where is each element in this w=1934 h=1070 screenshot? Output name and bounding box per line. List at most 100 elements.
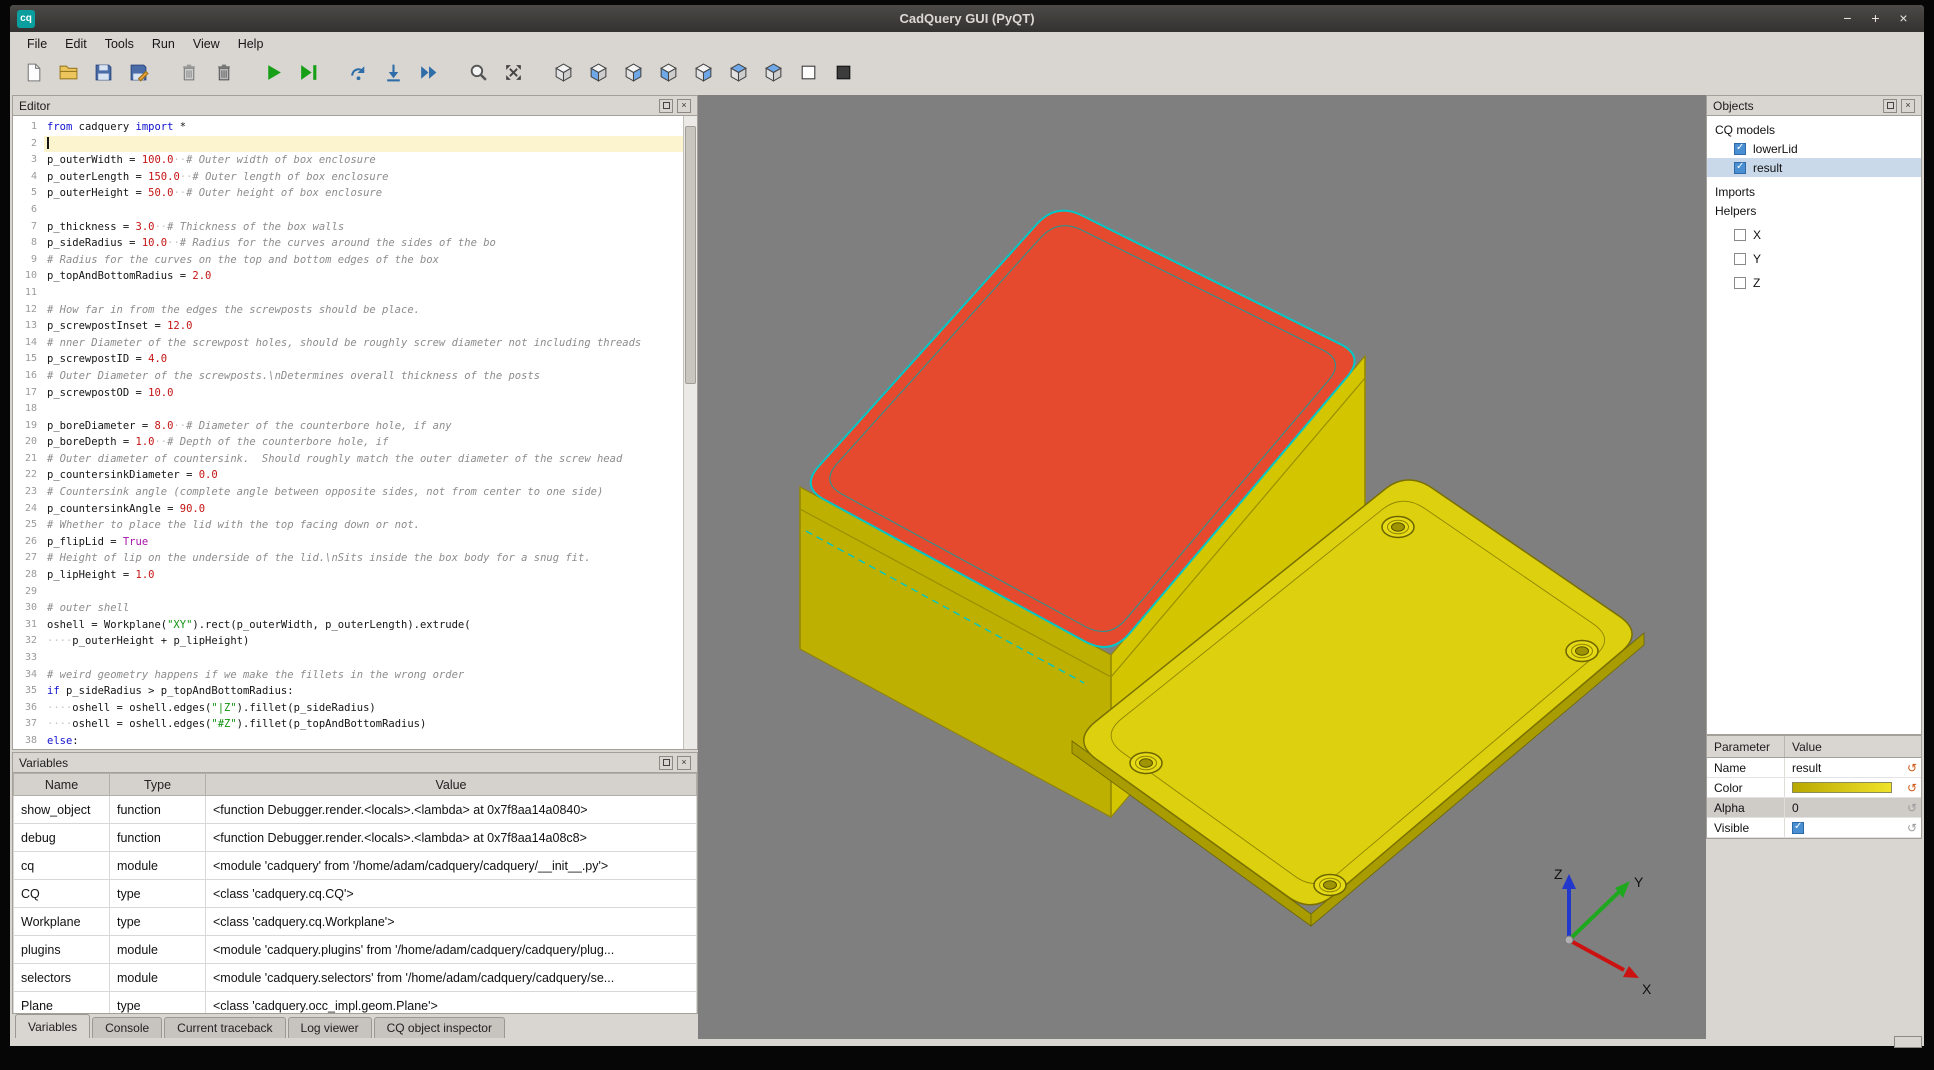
save-button[interactable] [86,60,120,91]
variable-row-plugins[interactable]: pluginsmodule<module 'cadquery.plugins' … [14,936,697,964]
variable-row-selectors[interactable]: selectorsmodule<module 'cadquery.selecto… [14,964,697,992]
variable-row-show_object[interactable]: show_objectfunction<function Debugger.re… [14,796,697,824]
save-icon [93,62,114,88]
menu-item-help[interactable]: Help [229,34,273,54]
reset-icon[interactable]: ↺ [1903,761,1921,775]
tree-item-y[interactable]: Y [1707,249,1921,268]
reset-icon[interactable]: ↺ [1903,781,1921,795]
variable-row-CQ[interactable]: CQtype<class 'cadquery.cq.CQ'> [14,880,697,908]
variable-cell: <class 'cadquery.cq.Workplane'> [206,908,697,936]
new-file-button[interactable] [16,60,50,91]
variable-row-Workplane[interactable]: Workplanetype<class 'cadquery.cq.Workpla… [14,908,697,936]
open-folder-button[interactable] [51,60,85,91]
view-right-button[interactable] [686,60,720,91]
line-number: 25 [13,517,44,534]
view-back-button[interactable] [616,60,650,91]
tab-cq-object-inspector[interactable]: CQ object inspector [374,1017,505,1038]
maximize-button[interactable]: + [1869,5,1882,32]
variables-close-button[interactable]: × [677,756,691,770]
save-as-button[interactable] [121,60,155,91]
view-left-button[interactable] [651,60,685,91]
param-value [1785,782,1903,793]
code-line-37: 37····oshell = oshell.edges("#Z").fillet… [13,716,683,733]
visible-checkbox[interactable] [1792,822,1804,834]
view-iso-button[interactable] [546,60,580,91]
menu-item-run[interactable]: Run [143,34,184,54]
code-text: p_screwpostOD = 10.0 [44,385,683,402]
code-line-9: 9# Radius for the curves on the top and … [13,252,683,269]
tree-item-label: lowerLid [1753,142,1798,156]
tree-item-lowerlid[interactable]: lowerLid [1707,139,1921,158]
fit-all-button[interactable] [496,60,530,91]
wireframe-button[interactable] [791,60,825,91]
menu-item-tools[interactable]: Tools [96,34,143,54]
objects-panel-title: Objects [1713,99,1754,113]
variable-row-Plane[interactable]: Planetype<class 'cadquery.occ_impl.geom.… [14,992,697,1014]
objects-float-button[interactable] [1883,99,1897,113]
visibility-checkbox[interactable] [1734,162,1746,174]
tab-variables[interactable]: Variables [15,1014,90,1038]
view-bottom-button[interactable] [756,60,790,91]
code-line-32: 32····p_outerHeight + p_lipHeight) [13,633,683,650]
minimize-button[interactable]: − [1841,5,1854,32]
line-number: 29 [13,584,44,601]
shaded-button[interactable] [826,60,860,91]
tree-item-imports[interactable]: Imports [1707,182,1921,201]
tree-item-result[interactable]: result [1707,158,1921,177]
visibility-checkbox[interactable] [1734,253,1746,265]
zoom-fit-button[interactable] [461,60,495,91]
delete-button[interactable] [171,60,205,91]
menu-item-edit[interactable]: Edit [56,34,96,54]
debug-button[interactable] [291,60,325,91]
tab-current-traceback[interactable]: Current traceback [164,1017,285,1038]
editor-scrollbar-thumb[interactable] [685,126,696,384]
tree-item-helpers[interactable]: Helpers [1707,201,1921,220]
delete-all-button[interactable] [206,60,240,91]
tree-item-z[interactable]: Z [1707,273,1921,292]
screw-hole [1576,647,1589,655]
view-front-button[interactable] [581,60,615,91]
step-over-button[interactable] [341,60,375,91]
visibility-checkbox[interactable] [1734,229,1746,241]
reset-icon[interactable]: ↺ [1903,821,1921,835]
tree-item-x[interactable]: X [1707,225,1921,244]
code-line-1: 1from cadquery import * [13,119,683,136]
objects-close-button[interactable]: × [1901,99,1915,113]
float-icon [1887,102,1894,109]
variable-cell: <function Debugger.render.<locals>.<lamb… [206,824,697,852]
editor-code[interactable]: 1from cadquery import *23p_outerWidth = … [13,116,683,749]
variables-float-button[interactable] [659,756,673,770]
tree-item-cq-models[interactable]: CQ models [1707,120,1921,139]
variable-row-debug[interactable]: debugfunction<function Debugger.render.<… [14,824,697,852]
editor-close-button[interactable]: × [677,99,691,113]
code-line-33: 33 [13,650,683,667]
tab-console[interactable]: Console [92,1017,162,1038]
continue-button[interactable] [411,60,445,91]
line-number: 3 [13,152,44,169]
variable-cell: show_object [14,796,110,824]
menu-item-view[interactable]: View [184,34,229,54]
param-name: Name [1707,758,1785,777]
variable-cell: plugins [14,936,110,964]
mini-scrollbar[interactable] [1894,1036,1922,1048]
view-top-button[interactable] [721,60,755,91]
reset-icon[interactable]: ↺ [1903,801,1921,815]
editor-float-button[interactable] [659,99,673,113]
menu-item-file[interactable]: File [18,34,56,54]
tab-log-viewer[interactable]: Log viewer [288,1017,372,1038]
code-line-5: 5p_outerHeight = 50.0··# Outer height of… [13,185,683,202]
title-bar[interactable]: cq CadQuery GUI (PyQT) − + × [10,5,1924,32]
editor-scrollbar[interactable] [683,116,697,749]
variable-row-cq[interactable]: cqmodule<module 'cadquery' from '/home/a… [14,852,697,880]
step-into-button[interactable] [376,60,410,91]
param-name: Alpha [1707,798,1785,817]
viewport-3d[interactable]: Z Y X [698,95,1706,1039]
close-button[interactable]: × [1897,5,1910,32]
run-button[interactable] [256,60,290,91]
visibility-checkbox[interactable] [1734,143,1746,155]
code-text: ····p_outerHeight + p_lipHeight) [44,633,683,650]
variable-cell: CQ [14,880,110,908]
color-swatch[interactable] [1792,782,1892,793]
code-line-28: 28p_lipHeight = 1.0 [13,567,683,584]
visibility-checkbox[interactable] [1734,277,1746,289]
